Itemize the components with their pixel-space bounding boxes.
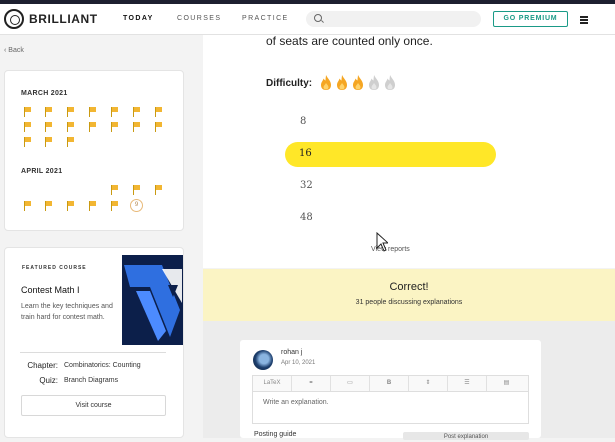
latex-button[interactable]: LaTeX xyxy=(253,376,292,391)
result-banner: Correct! 31 people discussing explanatio… xyxy=(203,269,615,321)
chapter-key: Chapter: xyxy=(27,361,58,370)
answer-option[interactable]: 48 xyxy=(300,212,313,223)
streak-flag-icon xyxy=(45,107,52,117)
question-text: of seats are counted only once. xyxy=(266,34,433,48)
streak-flag-icon xyxy=(67,137,74,147)
difficulty-flame-icon xyxy=(337,75,347,90)
streak-flag-icon xyxy=(133,185,140,195)
difficulty-flame-icon xyxy=(385,75,395,90)
search-icon xyxy=(314,14,322,22)
answer-option[interactable]: 32 xyxy=(300,180,313,191)
discussion-count-link[interactable]: 31 people discussing explanations xyxy=(203,299,615,306)
posting-guide-link[interactable]: Posting guide xyxy=(254,431,296,438)
back-link[interactable]: ‹ Back xyxy=(4,47,24,54)
streak-flag-icon xyxy=(67,201,74,211)
nav-today[interactable]: TODAY xyxy=(123,15,154,22)
streak-calendar-card: MARCH 2021 APRIL 2021 9 xyxy=(4,70,184,231)
streak-flag-icon xyxy=(67,122,74,132)
featured-course-label: FEATURED COURSE xyxy=(22,265,87,271)
nav-courses[interactable]: COURSES xyxy=(177,15,221,22)
avatar xyxy=(253,350,273,370)
streak-flag-icon xyxy=(111,185,118,195)
featured-course-title[interactable]: Contest Math I xyxy=(21,285,80,295)
quiz-value: Branch Diagrams xyxy=(64,377,119,384)
image-icon: ▭ xyxy=(347,380,353,386)
mouse-cursor-icon xyxy=(376,232,388,252)
calendar-month-label: MARCH 2021 xyxy=(21,90,68,97)
post-explanation-button[interactable]: Post explanation xyxy=(403,432,529,440)
difficulty-label: Difficulty: xyxy=(266,78,313,89)
visit-course-button[interactable]: Visit course xyxy=(21,395,166,416)
streak-flag-icon xyxy=(24,137,31,147)
image-button[interactable]: ▭ xyxy=(331,376,370,391)
streak-flag-icon xyxy=(133,107,140,117)
search-input[interactable] xyxy=(306,11,481,27)
editor-toolbar: LaTeX ⚭ ▭ B ⇕ ☰ ▤ xyxy=(252,375,529,392)
calendar-month-label: APRIL 2021 xyxy=(21,168,63,175)
menu-icon[interactable] xyxy=(580,19,588,21)
result-title: Correct! xyxy=(389,281,429,293)
streak-flag-icon xyxy=(45,122,52,132)
streak-flag-icon xyxy=(24,201,31,211)
featured-course-description: Learn the key techniques and train hard … xyxy=(21,303,113,321)
link-icon: ⚭ xyxy=(308,380,314,386)
quiz-key: Quiz: xyxy=(39,376,58,385)
difficulty-flame-icon xyxy=(321,75,331,90)
streak-flag-icon xyxy=(24,107,31,117)
explanation-placeholder: Write an explanation. xyxy=(263,399,329,406)
explanation-input[interactable]: Write an explanation. xyxy=(252,392,529,424)
answer-option[interactable]: 8 xyxy=(300,116,306,127)
sort-icon: ⇕ xyxy=(425,380,431,386)
answer-option-label: 16 xyxy=(299,148,312,159)
streak-flag-icon xyxy=(89,201,96,211)
comment-date: Apr 10, 2021 xyxy=(281,360,316,366)
streak-flag-icon xyxy=(155,122,162,132)
streak-flag-icon xyxy=(155,185,162,195)
bold-button[interactable]: B xyxy=(370,376,409,391)
nav-practice[interactable]: PRACTICE xyxy=(242,15,289,22)
brand-name[interactable]: BRILLIANT xyxy=(29,12,98,26)
list-icon: ☰ xyxy=(464,380,470,386)
streak-flag-icon xyxy=(45,137,52,147)
streak-flag-icon xyxy=(24,122,31,132)
go-premium-button[interactable]: GO PREMIUM xyxy=(493,11,568,27)
answer-option-selected[interactable]: 16 xyxy=(285,142,496,167)
streak-flag-icon xyxy=(111,201,118,211)
list-button[interactable]: ☰ xyxy=(448,376,487,391)
streak-flag-icon xyxy=(67,107,74,117)
current-day-marker: 9 xyxy=(130,199,143,212)
streak-flag-icon xyxy=(89,107,96,117)
table-button[interactable]: ▤ xyxy=(487,376,526,391)
table-icon: ▤ xyxy=(503,380,510,386)
difficulty-flame-icon xyxy=(369,75,379,90)
link-button[interactable]: ⚭ xyxy=(292,376,331,391)
comment-author[interactable]: rohan j xyxy=(281,349,302,356)
difficulty-flame-icon xyxy=(353,75,363,90)
brilliant-logo-icon[interactable] xyxy=(4,9,24,29)
streak-flag-icon xyxy=(155,107,162,117)
top-navigation-bar: BRILLIANT TODAY COURSES PRACTICE GO PREM… xyxy=(0,4,615,35)
back-label: Back xyxy=(8,47,24,54)
streak-flag-icon xyxy=(111,122,118,132)
chapter-value: Combinatorics: Counting xyxy=(64,362,141,369)
streak-flag-icon xyxy=(133,122,140,132)
sort-button[interactable]: ⇕ xyxy=(409,376,448,391)
course-art-image xyxy=(122,255,183,345)
streak-flag-icon xyxy=(111,107,118,117)
streak-flag-icon xyxy=(45,201,52,211)
divider xyxy=(20,352,166,353)
streak-flag-icon xyxy=(89,122,96,132)
